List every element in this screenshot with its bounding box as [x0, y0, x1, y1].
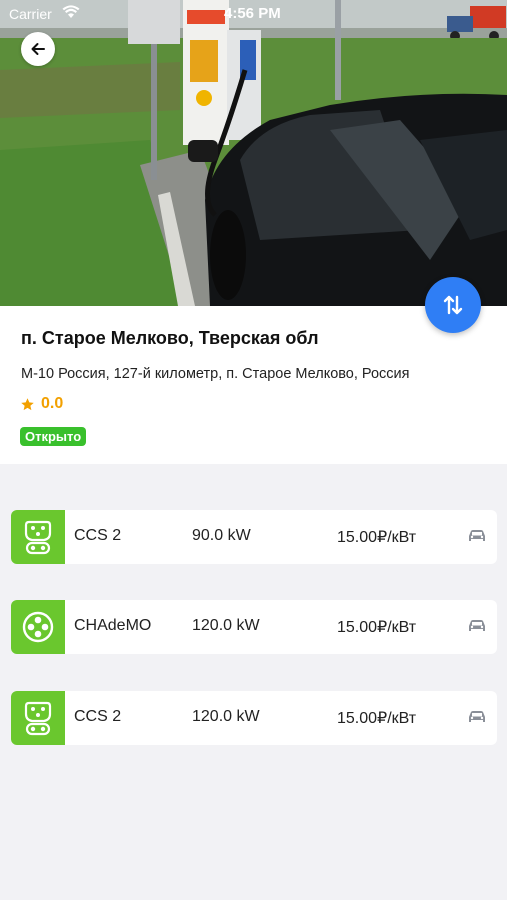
connector-type: CCS 2 — [74, 708, 122, 725]
car-icon — [469, 620, 485, 631]
station-title: п. Старое Мелково, Тверская обл — [21, 328, 319, 348]
ccs2-connector-icon — [24, 520, 52, 555]
station-info-card: п. Старое Мелково, Тверская обл М-10 Рос… — [0, 306, 507, 464]
station-address: М-10 Россия, 127-й километр, п. Старое М… — [21, 366, 410, 382]
car-icon — [469, 530, 485, 541]
connector-power: 90.0 kW — [192, 527, 251, 544]
connector-power: 120.0 kW — [192, 708, 260, 725]
station-photo — [0, 0, 507, 306]
station-photo-illustration — [0, 0, 507, 306]
wifi-icon — [62, 5, 80, 22]
route-button[interactable] — [425, 277, 481, 333]
route-swap-icon — [443, 295, 463, 315]
rating-value: 0.0 — [41, 395, 64, 412]
status-time: 4:56 PM — [224, 5, 281, 22]
connector-row[interactable]: CHAdeMO 120.0 kW 15.00₽/кВт — [11, 600, 497, 654]
connector-type: CHAdeMO — [74, 617, 152, 634]
carrier-label: Carrier — [9, 6, 52, 22]
connector-price: 15.00₽/кВт — [337, 710, 417, 727]
back-button[interactable] — [21, 32, 55, 66]
status-bar: Carrier 4:56 PM — [0, 0, 507, 28]
connector-icon-box — [11, 600, 65, 654]
status-badge: Открыто — [20, 427, 87, 446]
arrow-left-icon — [31, 43, 45, 55]
ccs2-connector-icon — [24, 701, 52, 736]
connector-price: 15.00₽/кВт — [337, 619, 417, 636]
connector-type: CCS 2 — [74, 527, 122, 544]
car-icon — [469, 711, 485, 722]
connector-row[interactable]: CCS 2 120.0 kW 15.00₽/кВт — [11, 691, 497, 745]
star-icon — [21, 397, 34, 410]
connector-icon-box — [11, 510, 65, 564]
chademo-connector-icon — [22, 611, 54, 643]
connector-row[interactable]: CCS 2 90.0 kW 15.00₽/кВт — [11, 510, 497, 564]
connector-price: 15.00₽/кВт — [337, 529, 417, 546]
station-rating: 0.0 — [20, 395, 63, 413]
connector-icon-box — [11, 691, 65, 745]
connector-power: 120.0 kW — [192, 617, 260, 634]
